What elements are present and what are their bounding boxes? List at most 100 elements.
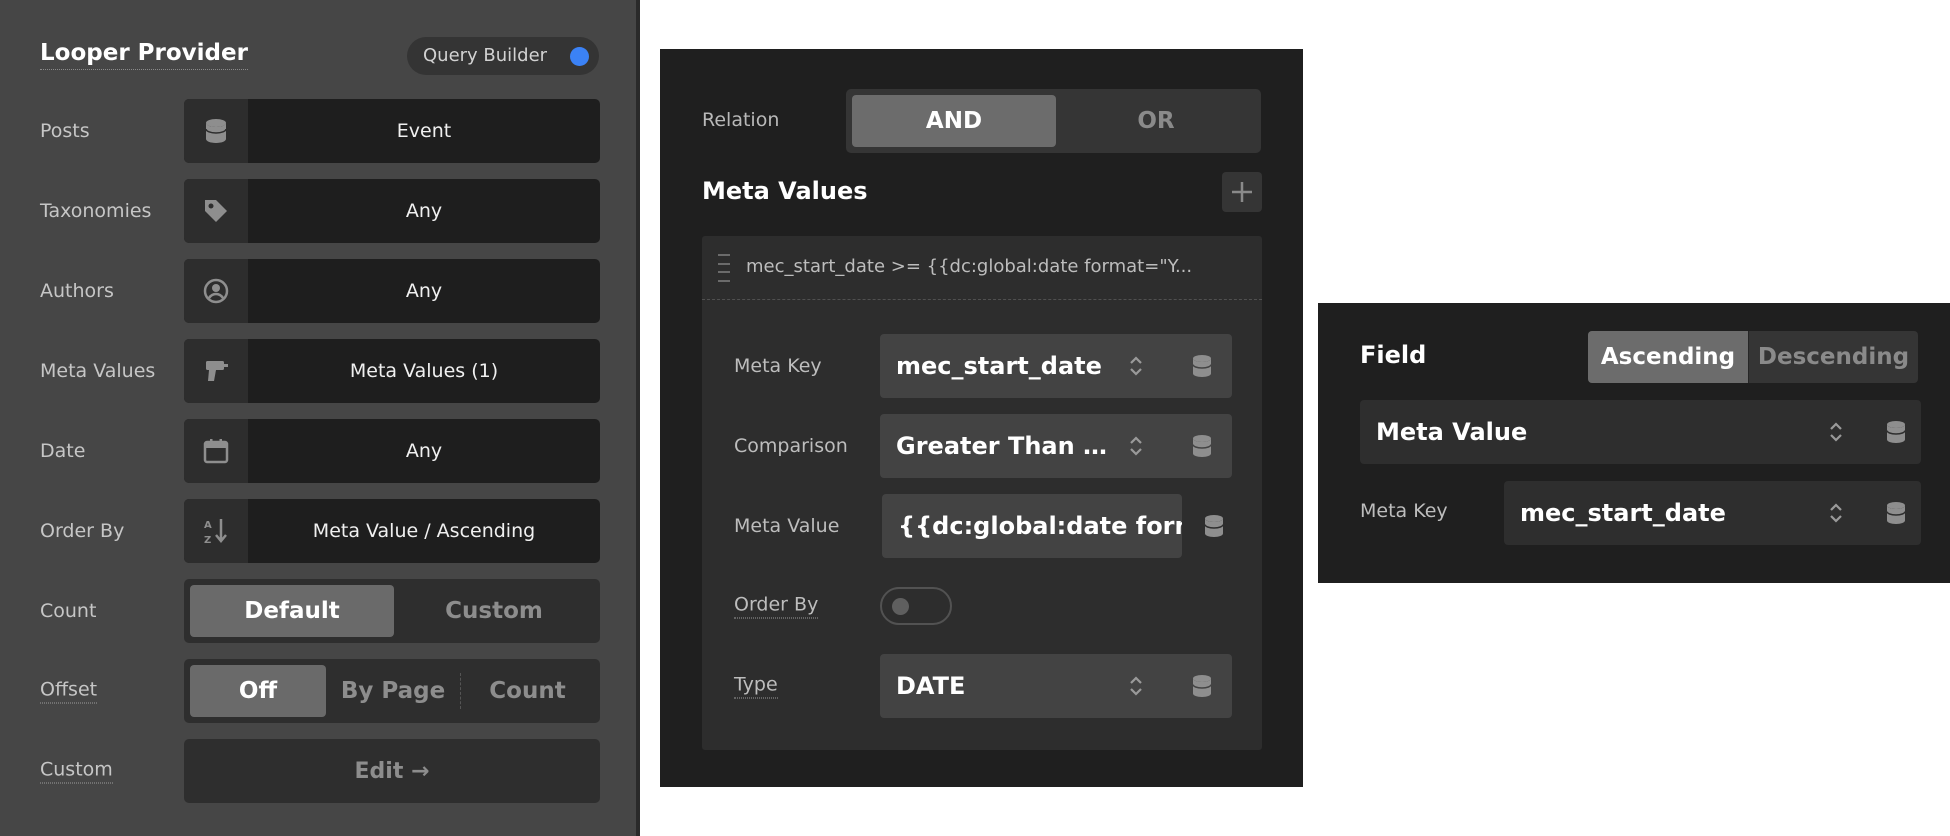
date-label: Date — [40, 440, 86, 462]
meta-value-item: mec_start_date >= {{dc:global:date forma… — [702, 236, 1262, 750]
query-builder-toggle[interactable]: Query Builder — [407, 37, 599, 75]
custom-edit-button[interactable]: Edit → — [184, 739, 600, 803]
plus-icon — [1232, 182, 1252, 202]
order-meta-key-value: mec_start_date — [1520, 499, 1726, 527]
count-option-default[interactable]: Default — [190, 585, 394, 637]
offset-option-off[interactable]: Off — [190, 665, 326, 717]
order-by-toggle-label: Order By — [734, 594, 819, 619]
query-builder-label: Query Builder — [423, 45, 548, 66]
comparison-row: Comparison Greater Than Or... — [734, 414, 1232, 478]
order-by-field-panel: Field Ascending Descending Meta Value Me… — [1318, 303, 1950, 583]
meta-query-panel: Relation AND OR Meta Values mec_start_da… — [660, 49, 1303, 787]
date-row: Date Any — [0, 419, 640, 483]
posts-value: Event — [396, 120, 452, 142]
order-field-value: Meta Value — [1376, 418, 1528, 446]
relation-option-and[interactable]: AND — [852, 95, 1056, 147]
dynamic-data-icon[interactable] — [1192, 674, 1212, 698]
taxonomies-row: Taxonomies Any — [0, 179, 640, 243]
dynamic-data-icon[interactable] — [1886, 501, 1906, 525]
authors-select[interactable]: Any — [184, 259, 600, 323]
meta-values-select[interactable]: Meta Values (1) — [184, 339, 600, 403]
meta-values-row: Meta Values Meta Values (1) — [0, 339, 640, 403]
user-circle-icon — [184, 259, 248, 323]
chevron-up-down-icon — [1130, 356, 1142, 376]
count-segmented-control: Default Custom — [184, 579, 600, 643]
comparison-value: Greater Than Or... — [896, 432, 1118, 460]
sort-az-icon: AZ — [184, 499, 248, 563]
chevron-up-down-icon — [1130, 436, 1142, 456]
svg-text:A: A — [204, 520, 212, 531]
calendar-icon — [184, 419, 248, 483]
meta-values-heading: Meta Values — [702, 177, 868, 205]
field-heading: Field — [1360, 341, 1427, 369]
comparison-label: Comparison — [734, 435, 848, 457]
offset-label: Offset — [40, 679, 98, 704]
order-meta-key-label: Meta Key — [1360, 500, 1448, 522]
tag-icon — [184, 179, 248, 243]
relation-option-or[interactable]: OR — [1056, 95, 1256, 147]
meta-key-value: mec_start_date — [896, 352, 1102, 380]
authors-label: Authors — [40, 280, 114, 302]
custom-label: Custom — [40, 759, 113, 784]
offset-option-by-page[interactable]: By Page — [326, 665, 460, 717]
panel-title: Looper Provider — [40, 40, 248, 70]
order-field-select[interactable]: Meta Value — [1360, 400, 1921, 464]
dynamic-data-icon[interactable] — [1192, 354, 1212, 378]
drill-icon — [184, 339, 248, 403]
taxonomies-label: Taxonomies — [40, 200, 152, 222]
sort-option-descending[interactable]: Descending — [1749, 331, 1918, 383]
date-value: Any — [405, 440, 443, 462]
drag-handle-icon[interactable] — [718, 254, 730, 282]
offset-segmented-control: Off By Page Count — [184, 659, 600, 723]
type-select[interactable]: DATE — [880, 654, 1232, 718]
custom-row: Custom Edit → — [0, 739, 640, 803]
chevron-up-down-icon — [1130, 676, 1142, 696]
sort-direction-control: Ascending Descending — [1588, 331, 1918, 383]
meta-key-label: Meta Key — [734, 355, 822, 377]
meta-value-item-header[interactable]: mec_start_date >= {{dc:global:date forma… — [702, 236, 1262, 300]
taxonomies-value: Any — [405, 200, 443, 222]
offset-row: Offset Off By Page Count — [0, 659, 640, 723]
database-icon — [184, 99, 248, 163]
order-by-toggle[interactable] — [880, 587, 952, 625]
order-by-select[interactable]: AZ Meta Value / Ascending — [184, 499, 600, 563]
order-meta-key-select[interactable]: mec_start_date — [1504, 481, 1921, 545]
count-label: Count — [40, 600, 97, 622]
chevron-up-down-icon — [1830, 422, 1842, 442]
dynamic-data-icon[interactable] — [1192, 434, 1212, 458]
toggle-knob — [892, 598, 909, 615]
meta-key-select[interactable]: mec_start_date — [880, 334, 1232, 398]
add-meta-value-button[interactable] — [1222, 172, 1262, 212]
taxonomies-select[interactable]: Any — [184, 179, 600, 243]
comparison-select[interactable]: Greater Than Or... — [880, 414, 1232, 478]
meta-value-row: Meta Value {{dc:global:date format="Y-m-… — [734, 494, 1230, 558]
dynamic-data-icon[interactable] — [1886, 420, 1906, 444]
relation-segmented-control: AND OR — [846, 89, 1261, 153]
sort-option-ascending[interactable]: Ascending — [1588, 331, 1748, 383]
count-option-custom[interactable]: Custom — [394, 585, 594, 637]
offset-option-count[interactable]: Count — [461, 665, 594, 717]
meta-values-value: Meta Values (1) — [349, 360, 499, 382]
order-by-row: Order By AZ Meta Value / Ascending — [0, 499, 640, 563]
query-builder-indicator — [570, 47, 589, 66]
type-value: DATE — [896, 672, 966, 700]
svg-text:Z: Z — [204, 535, 211, 545]
meta-value-text: {{dc:global:date format="Y-m-d"}} — [898, 512, 1182, 540]
chevron-up-down-icon — [1830, 503, 1842, 523]
posts-select[interactable]: Event — [184, 99, 600, 163]
order-by-value: Meta Value / Ascending — [312, 520, 536, 542]
posts-row: Posts Event — [0, 99, 640, 163]
meta-values-label: Meta Values — [40, 360, 156, 382]
date-select[interactable]: Any — [184, 419, 600, 483]
meta-value-summary: mec_start_date >= {{dc:global:date forma… — [746, 256, 1193, 277]
order-by-label: Order By — [40, 520, 125, 542]
meta-key-row: Meta Key mec_start_date — [734, 334, 1232, 398]
order-by-toggle-row: Order By — [734, 574, 1230, 638]
authors-row: Authors Any — [0, 259, 640, 323]
meta-value-input[interactable]: {{dc:global:date format="Y-m-d"}} — [882, 494, 1182, 558]
meta-value-label: Meta Value — [734, 515, 840, 537]
authors-value: Any — [405, 280, 443, 302]
looper-provider-panel: Looper Provider Query Builder Posts Even… — [0, 0, 640, 836]
type-row: Type DATE — [734, 654, 1232, 718]
dynamic-data-icon[interactable] — [1204, 514, 1224, 538]
